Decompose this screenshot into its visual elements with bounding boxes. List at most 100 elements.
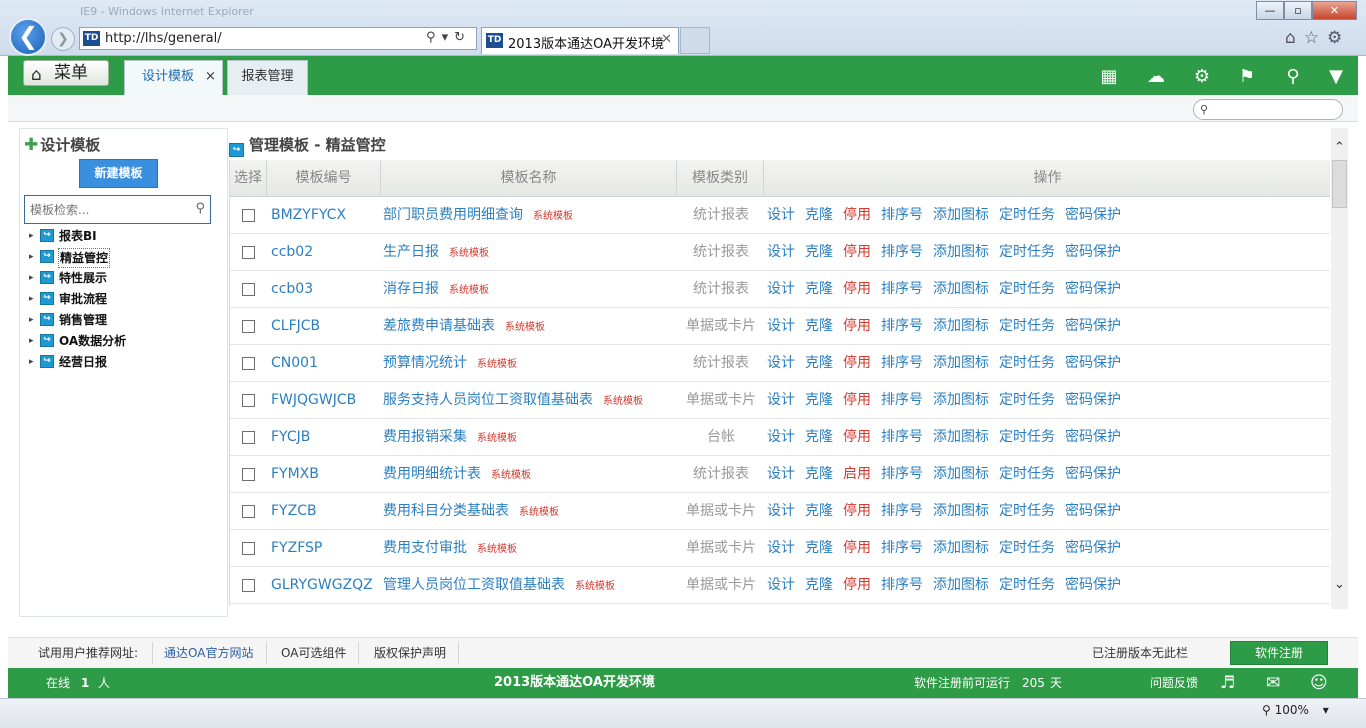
key-icon[interactable]: ⚲ — [1282, 66, 1304, 88]
add-icon-link[interactable]: 添加图标 — [933, 466, 989, 482]
clone-link[interactable]: 克隆 — [805, 281, 833, 297]
settings-icon[interactable]: ⚙ — [1191, 66, 1213, 88]
template-name-link[interactable]: 管理人员岗位工资取值基础表 — [383, 577, 565, 593]
favorites-star-icon[interactable]: ☆ — [1304, 28, 1327, 48]
template-name-link[interactable]: 费用报销采集 — [383, 429, 467, 445]
password-link[interactable]: 密码保护 — [1065, 503, 1121, 519]
minimize-button[interactable]: — — [1256, 1, 1284, 20]
row-checkbox[interactable] — [242, 542, 255, 555]
template-name-link[interactable]: 生产日报 — [383, 244, 439, 260]
tools-gear-icon[interactable]: ⚙ — [1327, 28, 1350, 48]
scroll-up-icon[interactable]: ⌃ — [1331, 140, 1348, 155]
template-name-link[interactable]: 预算情况统计 — [383, 355, 467, 371]
clone-link[interactable]: 克隆 — [805, 318, 833, 334]
toggle-status-link[interactable]: 停用 — [843, 429, 871, 445]
clone-link[interactable]: 克隆 — [805, 429, 833, 445]
sidebar-item-report-bi[interactable]: ▸ ↪ 报表BI — [29, 227, 209, 245]
expand-arrow-icon[interactable]: ▸ — [29, 353, 34, 371]
clone-link[interactable]: 克隆 — [805, 392, 833, 408]
add-icon-link[interactable]: 添加图标 — [933, 207, 989, 223]
timer-link[interactable]: 定时任务 — [999, 540, 1055, 556]
sidebar-item-sales[interactable]: ▸ ↪ 销售管理 — [29, 311, 209, 329]
global-search-input[interactable]: ⚲ — [1193, 99, 1343, 120]
toggle-status-link[interactable]: 停用 — [843, 577, 871, 593]
row-checkbox[interactable] — [242, 431, 255, 444]
row-checkbox[interactable] — [242, 246, 255, 259]
toggle-status-link[interactable]: 停用 — [843, 281, 871, 297]
template-name-link[interactable]: 部门职员费用明细查询 — [383, 207, 523, 223]
sort-link[interactable]: 排序号 — [881, 540, 923, 556]
tab-report-management[interactable]: 报表管理 — [227, 60, 308, 95]
apps-icon[interactable]: ▦ — [1098, 66, 1120, 88]
row-checkbox[interactable] — [242, 505, 255, 518]
add-icon-link[interactable]: 添加图标 — [933, 355, 989, 371]
sidebar-item-features[interactable]: ▸ ↪ 特性展示 — [29, 269, 209, 287]
password-link[interactable]: 密码保护 — [1065, 318, 1121, 334]
timer-link[interactable]: 定时任务 — [999, 281, 1055, 297]
sort-link[interactable]: 排序号 — [881, 281, 923, 297]
back-button[interactable]: ❮ — [9, 18, 47, 56]
toggle-status-link[interactable]: 停用 — [843, 540, 871, 556]
design-link[interactable]: 设计 — [767, 577, 795, 593]
row-checkbox[interactable] — [242, 357, 255, 370]
design-link[interactable]: 设计 — [767, 355, 795, 371]
browser-tab[interactable]: TD 2013版本通达OA开发环境 ✕ — [481, 27, 679, 54]
expand-arrow-icon[interactable]: ▸ — [29, 248, 34, 266]
users-icon[interactable]: ☺ — [1310, 668, 1328, 698]
row-checkbox[interactable] — [242, 579, 255, 592]
design-link[interactable]: 设计 — [767, 392, 795, 408]
template-search-input[interactable] — [30, 201, 180, 218]
timer-link[interactable]: 定时任务 — [999, 577, 1055, 593]
row-checkbox[interactable] — [242, 468, 255, 481]
toggle-status-link[interactable]: 停用 — [843, 318, 871, 334]
copyright-link[interactable]: 版权保护声明 — [374, 638, 446, 668]
optional-components-link[interactable]: OA可选组件 — [281, 638, 346, 668]
template-name-link[interactable]: 费用明细统计表 — [383, 466, 481, 482]
password-link[interactable]: 密码保护 — [1065, 429, 1121, 445]
close-window-button[interactable]: ✕ — [1312, 1, 1357, 20]
clone-link[interactable]: 克隆 — [805, 503, 833, 519]
clone-link[interactable]: 克隆 — [805, 207, 833, 223]
sort-link[interactable]: 排序号 — [881, 466, 923, 482]
sort-link[interactable]: 排序号 — [881, 244, 923, 260]
toggle-status-link[interactable]: 停用 — [843, 503, 871, 519]
design-link[interactable]: 设计 — [767, 244, 795, 260]
row-checkbox[interactable] — [242, 320, 255, 333]
feedback-link[interactable]: 问题反馈 — [1150, 668, 1198, 698]
add-icon-link[interactable]: 添加图标 — [933, 540, 989, 556]
add-icon-link[interactable]: 添加图标 — [933, 429, 989, 445]
search-icon[interactable]: ⚲ — [195, 201, 205, 216]
address-bar[interactable]: TD http://lhs/general/ ⚲▾↻ — [79, 27, 477, 50]
address-url[interactable]: http://lhs/general/ — [105, 31, 222, 46]
add-icon-link[interactable]: 添加图标 — [933, 577, 989, 593]
template-name-link[interactable]: 费用支付审批 — [383, 540, 467, 556]
sort-link[interactable]: 排序号 — [881, 392, 923, 408]
password-link[interactable]: 密码保护 — [1065, 466, 1121, 482]
password-link[interactable]: 密码保护 — [1065, 355, 1121, 371]
sort-link[interactable]: 排序号 — [881, 503, 923, 519]
register-button[interactable]: 软件注册 — [1230, 641, 1328, 665]
new-template-button[interactable]: 新建模板 — [79, 159, 158, 188]
chevron-down-circle-icon[interactable]: ▼ — [1325, 66, 1347, 88]
scrollbar-thumb[interactable] — [1332, 160, 1347, 208]
password-link[interactable]: 密码保护 — [1065, 577, 1121, 593]
expand-arrow-icon[interactable]: ▸ — [29, 332, 34, 350]
tab-design-template[interactable]: 设计模板 × — [124, 60, 223, 95]
toggle-status-link[interactable]: 启用 — [843, 466, 871, 482]
add-icon-link[interactable]: 添加图标 — [933, 318, 989, 334]
shirt-icon[interactable]: ⚑ — [1236, 66, 1258, 88]
sort-link[interactable]: 排序号 — [881, 318, 923, 334]
password-link[interactable]: 密码保护 — [1065, 244, 1121, 260]
timer-link[interactable]: 定时任务 — [999, 318, 1055, 334]
toggle-status-link[interactable]: 停用 — [843, 207, 871, 223]
close-tab-icon[interactable]: × — [205, 61, 216, 93]
password-link[interactable]: 密码保护 — [1065, 392, 1121, 408]
password-link[interactable]: 密码保护 — [1065, 207, 1121, 223]
design-link[interactable]: 设计 — [767, 503, 795, 519]
volume-icon[interactable]: ♬ — [1220, 668, 1235, 698]
template-name-link[interactable]: 服务支持人员岗位工资取值基础表 — [383, 392, 593, 408]
sidebar-item-approval[interactable]: ▸ ↪ 审批流程 — [29, 290, 209, 308]
official-site-link[interactable]: 通达OA官方网站 — [164, 638, 253, 668]
row-checkbox[interactable] — [242, 394, 255, 407]
cloud-help-icon[interactable]: ☁ — [1145, 66, 1167, 88]
